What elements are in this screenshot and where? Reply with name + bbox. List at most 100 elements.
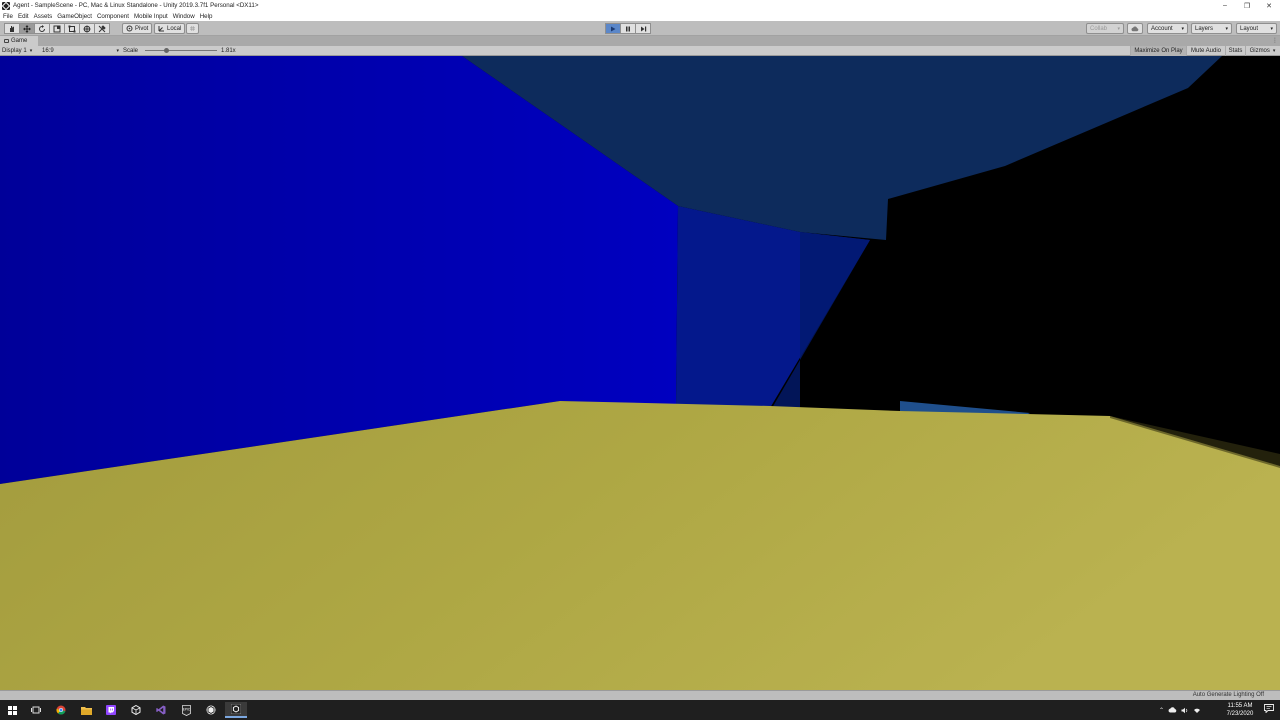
layers-label: Layers xyxy=(1195,25,1214,32)
clock-time: 11:55 AM xyxy=(1227,703,1253,709)
game-tab-label: Game xyxy=(11,38,28,44)
layers-dropdown[interactable]: Layers ▾ xyxy=(1191,23,1232,34)
layout-dropdown[interactable]: Layout ▾ xyxy=(1236,23,1277,34)
step-icon xyxy=(640,26,646,31)
unity-hub-icon xyxy=(131,705,141,715)
layout-label: Layout xyxy=(1240,25,1259,32)
hand-icon xyxy=(10,25,14,32)
custom-tool-button[interactable] xyxy=(94,23,110,34)
scale-slider-track[interactable] xyxy=(145,50,217,51)
unity-app-icon xyxy=(2,1,10,10)
mute-audio-button[interactable]: Mute Audio xyxy=(1186,46,1225,56)
file-explorer-icon xyxy=(80,706,92,715)
rect-tool-button[interactable] xyxy=(64,23,80,34)
svg-text:EPIC: EPIC xyxy=(182,707,190,711)
network-icon[interactable] xyxy=(1193,707,1201,714)
unity-button[interactable] xyxy=(200,702,222,718)
cloud-button[interactable] xyxy=(1127,23,1143,34)
visual-studio-button[interactable] xyxy=(150,702,172,718)
transform-tool-button[interactable] xyxy=(79,23,95,34)
scale-label: Scale xyxy=(123,48,139,54)
chrome-button[interactable] xyxy=(50,702,72,718)
windows-taskbar: EPIC ⌃ 11:55 AM 7/23/2020 xyxy=(0,700,1280,720)
scale-icon xyxy=(53,25,61,32)
rotate-icon xyxy=(39,24,45,32)
pivot-icon xyxy=(126,25,133,32)
local-toggle[interactable]: Local xyxy=(154,23,186,34)
move-tool-button[interactable] xyxy=(19,23,35,34)
main-toolbar: Pivot Local Collab ▾ Account ▾ Layers ▾ … xyxy=(0,21,1280,36)
collab-dropdown[interactable]: Collab ▾ xyxy=(1086,23,1124,34)
stats-button[interactable]: Stats xyxy=(1225,46,1245,56)
twitch-button[interactable] xyxy=(100,702,122,718)
account-label: Account xyxy=(1151,25,1173,32)
step-button[interactable] xyxy=(635,23,651,34)
aspect-label: 16:9 xyxy=(42,48,54,54)
tab-game[interactable]: Game xyxy=(0,36,38,46)
unity-icon xyxy=(206,705,216,715)
account-dropdown[interactable]: Account ▾ xyxy=(1147,23,1188,34)
aspect-dropdown[interactable]: 16:9 ▾ xyxy=(42,46,119,56)
unity-editor-icon xyxy=(231,704,241,714)
play-button[interactable] xyxy=(605,23,621,34)
chevron-down-icon: ▾ xyxy=(1270,25,1273,32)
twitch-icon xyxy=(106,705,116,715)
windows-start-icon xyxy=(7,705,17,715)
minimize-button[interactable]: – xyxy=(1214,0,1236,11)
tab-menu-icon[interactable]: ⋮ xyxy=(1272,37,1278,44)
menu-gameobject[interactable]: GameObject xyxy=(57,13,92,20)
menu-component[interactable]: Component xyxy=(97,13,129,20)
menu-assets[interactable]: Assets xyxy=(34,13,53,20)
gizmos-label: Gizmos xyxy=(1249,48,1270,54)
epic-games-button[interactable]: EPIC xyxy=(175,702,197,718)
clock-date: 7/23/2020 xyxy=(1226,711,1254,717)
pivot-toggle[interactable]: Pivot xyxy=(122,23,153,34)
onedrive-cloud-icon[interactable] xyxy=(1168,707,1177,713)
menu-edit[interactable]: Edit xyxy=(18,13,29,20)
task-view-icon xyxy=(31,706,41,714)
menu-window[interactable]: Window xyxy=(173,13,195,20)
start-button[interactable] xyxy=(1,702,23,718)
rotate-tool-button[interactable] xyxy=(34,23,50,34)
hand-tool-button[interactable] xyxy=(4,23,20,34)
display-dropdown[interactable]: Display 1 ▾ xyxy=(2,46,40,56)
title-bar: Agent - SampleScene - PC, Mac & Linux St… xyxy=(0,0,1280,11)
file-explorer-button[interactable] xyxy=(75,702,97,718)
unity-editor-button[interactable] xyxy=(225,702,247,718)
pivot-label: Pivot xyxy=(135,25,149,32)
menu-help[interactable]: Help xyxy=(200,13,213,20)
window-title: Agent - SampleScene - PC, Mac & Linux St… xyxy=(13,2,259,9)
menu-file[interactable]: File xyxy=(3,13,13,20)
scale-value: 1.81x xyxy=(221,48,236,54)
taskbar-clock[interactable]: 11:55 AM 7/23/2020 xyxy=(1222,702,1258,718)
grid-snap-icon xyxy=(190,26,195,31)
menu-mobile-input[interactable]: Mobile Input xyxy=(134,13,168,20)
display-label: Display 1 xyxy=(2,48,27,54)
action-center-button[interactable] xyxy=(1264,704,1276,715)
gizmos-dropdown[interactable]: Gizmos ▾ xyxy=(1245,46,1279,56)
chevron-down-icon: ▾ xyxy=(29,48,33,54)
transform-tools xyxy=(4,23,110,34)
maximize-on-play-button[interactable]: Maximize On Play xyxy=(1130,46,1186,56)
menu-bar: File Edit Assets GameObject Component Mo… xyxy=(0,11,1280,21)
tray-chevron-up-icon[interactable]: ⌃ xyxy=(1159,707,1164,714)
game-render xyxy=(0,56,1280,690)
volume-icon[interactable] xyxy=(1181,707,1189,714)
pause-icon xyxy=(626,26,630,31)
panel-tab-strip: Game ⋮ xyxy=(0,36,1280,46)
play-controls xyxy=(605,23,651,34)
local-label: Local xyxy=(167,25,182,32)
restore-button[interactable]: ❐ xyxy=(1236,0,1258,11)
cloud-icon xyxy=(1131,26,1139,31)
transform-icon xyxy=(83,25,91,32)
task-view-button[interactable] xyxy=(25,702,47,718)
scale-slider-knob[interactable] xyxy=(164,48,169,53)
snap-toggle[interactable] xyxy=(186,23,199,34)
pause-button[interactable] xyxy=(620,23,636,34)
game-viewport[interactable] xyxy=(0,56,1280,690)
unity-hub-button[interactable] xyxy=(125,702,147,718)
close-button[interactable]: ✕ xyxy=(1258,0,1280,11)
chevron-down-icon: ▾ xyxy=(1272,48,1276,54)
custom-tool-icon xyxy=(98,24,106,32)
scale-tool-button[interactable] xyxy=(49,23,65,34)
